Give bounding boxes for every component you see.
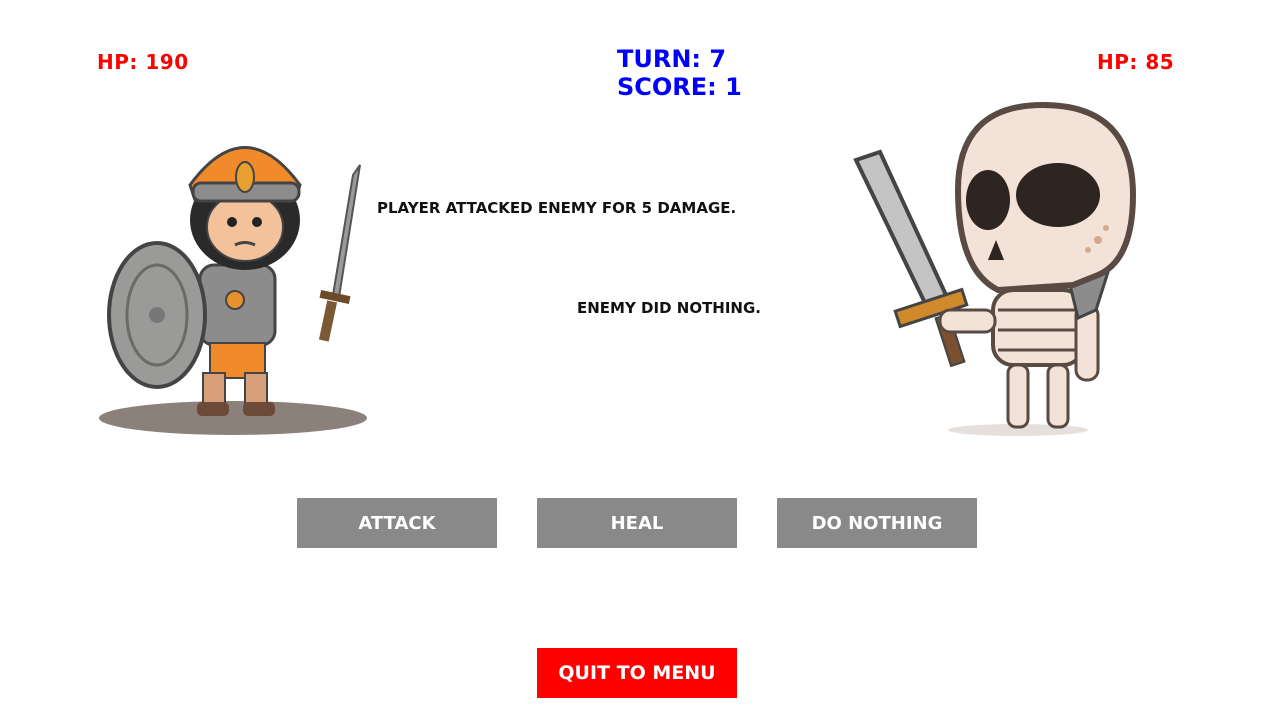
battle-log-player-action: PLAYER ATTACKED ENEMY FOR 5 DAMAGE. xyxy=(377,199,737,217)
battle-log-enemy-action: ENEMY DID NOTHING. xyxy=(577,299,761,317)
heal-button[interactable]: HEAL xyxy=(537,498,737,548)
enemy-hp: HP: 85 xyxy=(1097,50,1175,74)
score-counter: SCORE: 1 xyxy=(617,73,742,101)
player-warrior-sprite xyxy=(99,146,367,435)
player-hp: HP: 190 xyxy=(97,50,189,74)
attack-button[interactable]: ATTACK xyxy=(297,498,497,548)
do-nothing-button[interactable]: DO NOTHING xyxy=(777,498,977,548)
enemy-skeleton-sprite xyxy=(853,101,1137,436)
quit-to-menu-button[interactable]: QUIT TO MENU xyxy=(537,648,737,698)
turn-counter: TURN: 7 xyxy=(617,45,727,73)
